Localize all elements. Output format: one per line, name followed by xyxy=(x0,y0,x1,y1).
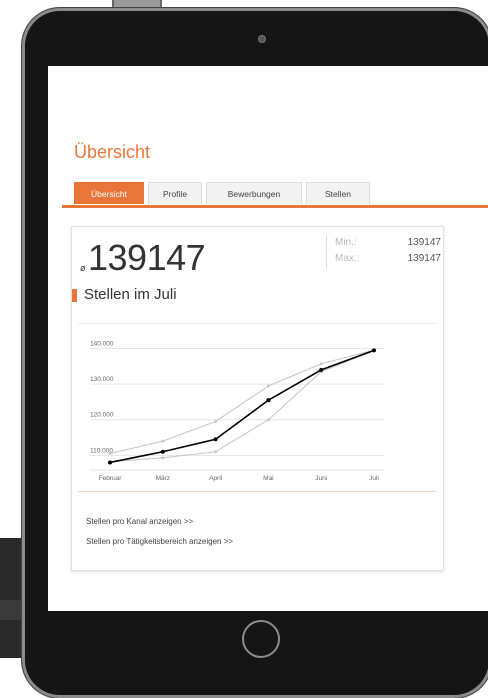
divider xyxy=(78,323,436,324)
data-point-upper xyxy=(108,452,112,456)
divider xyxy=(78,491,436,492)
kpi-subtitle: Stellen im Juli xyxy=(84,286,177,303)
home-button[interactable] xyxy=(242,620,280,658)
x-tick-label: Februar xyxy=(99,475,123,482)
data-point-main xyxy=(108,460,112,465)
max-row: Max.: 139147 xyxy=(335,253,445,265)
min-label: Min.: xyxy=(335,237,357,248)
average-symbol: ø xyxy=(80,263,86,273)
data-point-main xyxy=(319,367,324,372)
data-point-lower xyxy=(161,456,165,460)
min-max-box: Min.: 139147 Max.: 139147 xyxy=(326,235,443,269)
tab-profile[interactable]: Profile xyxy=(148,182,202,204)
tab-uebersicht[interactable]: Übersicht xyxy=(74,182,144,204)
data-point-upper xyxy=(266,384,270,388)
screen: Übersicht Übersicht Profile Bewerbungen … xyxy=(48,66,488,611)
data-point-main xyxy=(372,348,376,353)
camera-icon xyxy=(258,35,266,43)
data-point-upper xyxy=(214,420,218,424)
series-line-lower xyxy=(109,350,375,463)
x-tick-label: Juli xyxy=(369,475,379,482)
data-point-main xyxy=(160,449,165,454)
link-stellen-pro-kanal[interactable]: Stellen pro Kanal anzeigen >> xyxy=(86,517,193,526)
x-tick-label: März xyxy=(156,475,170,482)
kpi-card: ø 139147 Min.: 139147 Max.: 139147 Stell… xyxy=(71,226,444,571)
min-row: Min.: 139147 xyxy=(335,237,445,249)
y-tick-label: 140.000 xyxy=(90,341,114,348)
max-label: Max.: xyxy=(335,253,360,264)
link-stellen-pro-taetigkeitsbereich[interactable]: Stellen pro Tätigkeitsbereich anzeigen >… xyxy=(86,537,233,546)
subtitle-marker xyxy=(72,289,77,302)
tab-bewerbungen[interactable]: Bewerbungen xyxy=(206,182,302,204)
y-tick-label: 130.000 xyxy=(90,376,114,383)
x-tick-label: Mai xyxy=(263,475,273,482)
x-tick-label: Juni xyxy=(315,475,327,482)
min-value: 139147 xyxy=(407,237,441,248)
y-tick-label: 120.000 xyxy=(90,412,114,419)
page-title: Übersicht xyxy=(74,142,151,162)
data-point-upper xyxy=(319,362,323,366)
kpi-value: 139147 xyxy=(88,237,206,278)
data-point-main xyxy=(213,437,218,442)
data-point-main xyxy=(266,398,271,403)
x-tick-label: April xyxy=(209,475,223,482)
tab-stellen[interactable]: Stellen xyxy=(306,182,370,204)
tab-bar: Übersicht Profile Bewerbungen Stellen xyxy=(62,180,488,208)
max-value: 139147 xyxy=(407,253,441,264)
data-point-lower xyxy=(266,418,270,422)
line-chart: 140.000130.000120.000110.000Februar März A… xyxy=(90,341,384,482)
data-point-upper xyxy=(161,439,165,443)
data-point-lower xyxy=(214,450,218,454)
series-line-main xyxy=(109,349,375,464)
